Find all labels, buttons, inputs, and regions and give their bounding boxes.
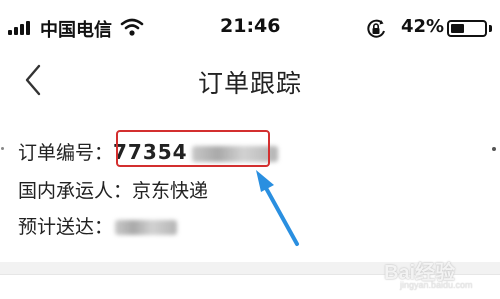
watermark-url: jingyan.baidu.com	[400, 280, 473, 290]
page-title: 订单跟踪	[197, 69, 302, 98]
order-number-highlight-box	[116, 130, 270, 167]
edge-dot-right	[492, 147, 496, 151]
nav-bar: 订单跟踪	[0, 54, 500, 110]
wifi-icon	[120, 18, 144, 36]
carrier-label: 国内承运人：	[18, 180, 133, 202]
status-time: 21:46	[220, 15, 281, 37]
order-number-label: 订单编号：	[18, 142, 114, 164]
carrier-name: 中国电信	[40, 20, 112, 41]
orientation-lock-icon	[367, 19, 385, 38]
eta-redacted	[115, 220, 178, 235]
battery-percent: 42%	[401, 16, 445, 37]
carrier-value: 京东快递	[132, 180, 209, 202]
eta-label: 预计送达：	[18, 216, 114, 238]
carrier-row: 国内承运人：京东快递	[18, 176, 208, 203]
status-bar: 中国电信 21:46 42%	[0, 0, 500, 54]
battery-cap	[489, 25, 492, 32]
edge-dot-left	[1, 147, 4, 150]
signal-icon	[8, 21, 36, 35]
battery-icon	[447, 20, 487, 37]
battery-level-fill	[451, 24, 464, 33]
eta-row: 预计送达：	[18, 212, 178, 239]
